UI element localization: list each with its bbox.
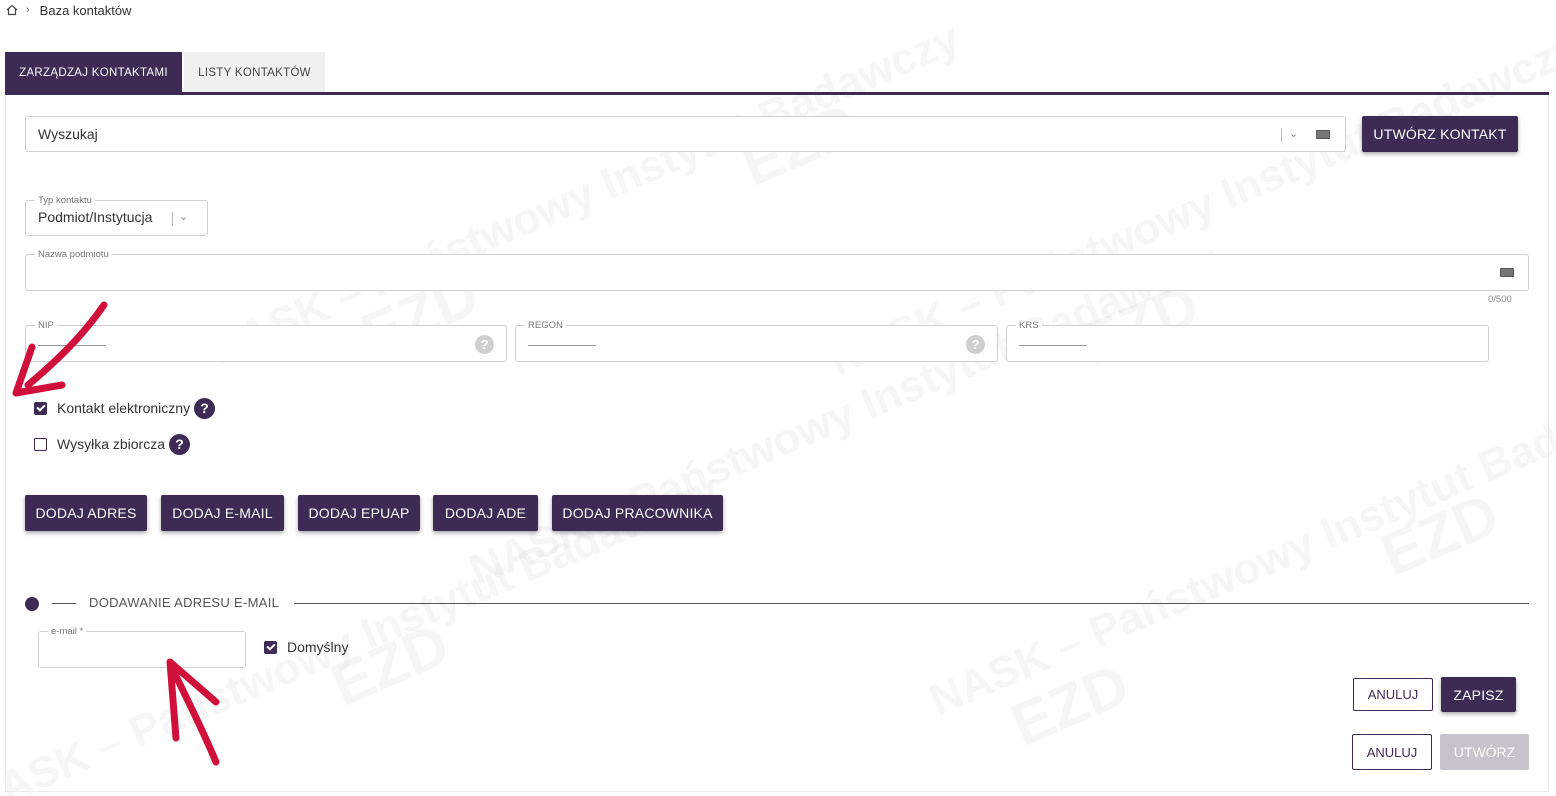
- section-line: [294, 603, 1529, 604]
- help-icon[interactable]: ?: [475, 335, 494, 354]
- regon-field[interactable]: REGON ?: [515, 320, 998, 362]
- contact-type-select[interactable]: Typ kontaktu Podmiot/Instytucja ⌄: [25, 195, 208, 236]
- create-button[interactable]: UTWÓRZ: [1440, 734, 1529, 770]
- keyboard-icon[interactable]: [1316, 130, 1330, 139]
- add-email-button[interactable]: DODAJ E-MAIL: [161, 495, 284, 531]
- breadcrumb: › Baza kontaktów: [6, 2, 131, 18]
- bulk-shipping-checkbox[interactable]: [34, 437, 47, 451]
- section-line-short: [52, 603, 76, 604]
- tab-contact-lists[interactable]: LISTY KONTAKTÓW: [184, 52, 325, 94]
- contact-type-value: Podmiot/Instytucja: [38, 209, 153, 225]
- krs-mask: [1019, 345, 1087, 346]
- section-bullet: [25, 597, 39, 611]
- add-employee-button[interactable]: DODAJ PRACOWNIKA: [552, 495, 723, 531]
- bulk-shipping-option[interactable]: Wysyłka zbiorcza ?: [34, 433, 191, 455]
- regon-mask: [528, 345, 596, 346]
- chevron-down-icon[interactable]: ⌄: [1289, 127, 1298, 140]
- add-epuap-button[interactable]: DODAJ EPUAP: [298, 495, 420, 531]
- breadcrumb-separator: ›: [26, 4, 30, 16]
- keyboard-icon[interactable]: [1500, 268, 1514, 277]
- default-label: Domyślny: [287, 639, 349, 655]
- contact-type-label: Typ kontaktu: [35, 195, 95, 206]
- cancel-button[interactable]: ANULUJ: [1352, 734, 1432, 770]
- search-input[interactable]: Wyszukaj ⌄: [25, 116, 1346, 152]
- bulk-shipping-label: Wysyłka zbiorcza: [57, 436, 166, 452]
- entity-name-label: Nazwa podmiotu: [35, 249, 112, 260]
- default-checkbox[interactable]: [264, 640, 277, 654]
- select-divider: [172, 212, 173, 226]
- krs-label: KRS: [1016, 320, 1042, 331]
- tab-manage-contacts[interactable]: ZARZĄDZAJ KONTAKTAMI: [5, 52, 182, 94]
- default-option[interactable]: Domyślny: [264, 636, 348, 658]
- help-icon[interactable]: ?: [966, 335, 985, 354]
- select-divider: [1281, 128, 1282, 142]
- entity-name-counter: 0/500: [1488, 294, 1512, 305]
- help-icon[interactable]: ?: [169, 433, 191, 455]
- email-cancel-button[interactable]: ANULUJ: [1353, 678, 1433, 711]
- add-ade-button[interactable]: DODAJ ADE: [433, 495, 538, 531]
- email-save-button[interactable]: ZAPISZ: [1441, 677, 1516, 712]
- email-section-title: DODAWANIE ADRESU E-MAIL: [89, 595, 280, 610]
- email-label: e-mail *: [48, 626, 87, 637]
- home-icon[interactable]: [6, 4, 18, 16]
- chevron-down-icon[interactable]: ⌄: [179, 210, 188, 223]
- krs-field[interactable]: KRS: [1006, 320, 1489, 362]
- create-contact-button[interactable]: UTWÓRZ KONTAKT: [1362, 116, 1518, 152]
- annotation-arrow-icon: [166, 658, 220, 766]
- add-address-button[interactable]: DODAJ ADRES: [25, 495, 147, 531]
- regon-label: REGON: [525, 320, 566, 331]
- breadcrumb-current: Baza kontaktów: [39, 2, 132, 18]
- help-icon[interactable]: ?: [194, 397, 216, 419]
- entity-name-field[interactable]: Nazwa podmiotu: [25, 249, 1529, 291]
- search-input-value: Wyszukaj: [38, 126, 98, 142]
- annotation-arrow-icon: [12, 301, 108, 397]
